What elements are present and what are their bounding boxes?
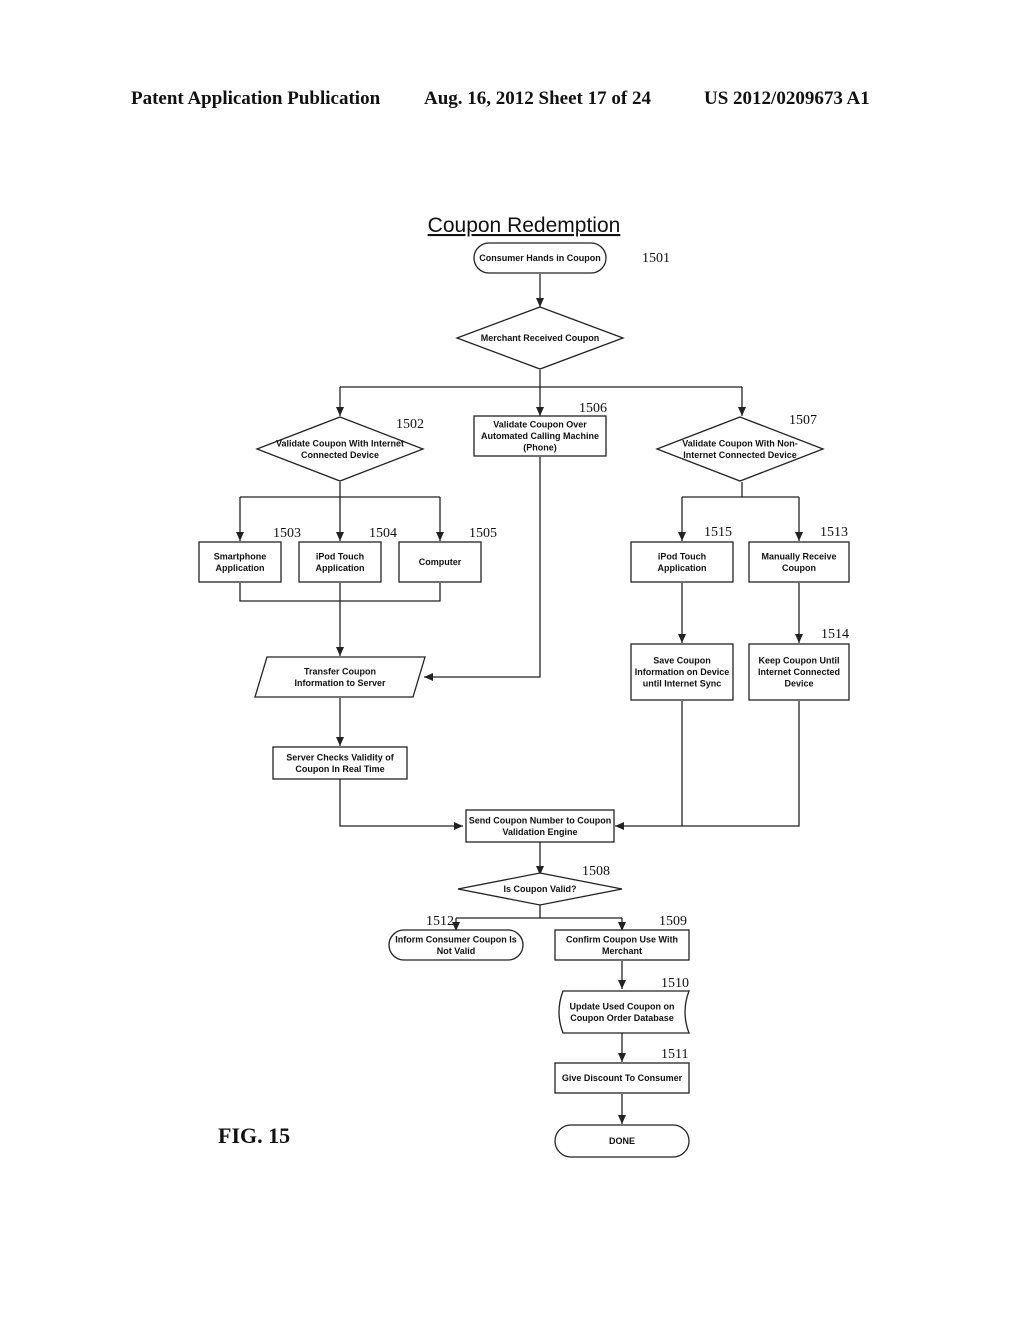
node-label: Confirm Coupon Use With: [566, 934, 678, 944]
node-label: Automated Calling Machine: [481, 431, 599, 441]
node-label: Validation Engine: [502, 827, 577, 837]
node-label: Server Checks Validity of: [286, 752, 395, 762]
reference-number: 1512: [426, 914, 454, 929]
node-done: DONE: [554, 1124, 690, 1158]
edge-1502-split: [240, 482, 440, 498]
reference-number: 1504: [369, 526, 397, 541]
node-label: Connected Device: [301, 450, 379, 460]
node-label: Merchant Received Coupon: [481, 333, 600, 343]
node-label: Validate Coupon With Non-: [682, 438, 797, 448]
node-label: iPod Touch: [658, 551, 706, 561]
node-label: Manually Receive: [761, 551, 836, 561]
node-label: Transfer Coupon: [304, 666, 376, 676]
node-label: (Phone): [523, 443, 557, 453]
node-label: Inform Consumer Coupon Is: [395, 934, 517, 944]
edge-apps-merge: [239, 583, 441, 602]
node-n1502: Validate Coupon With Internet Connected D…: [255, 416, 425, 482]
node-label: Application: [658, 563, 707, 573]
reference-number: 1513: [820, 525, 848, 540]
node-label: DONE: [609, 1136, 635, 1146]
node-label: Information to Server: [294, 678, 386, 688]
node-save: Save CouponInformation on Device until In…: [630, 643, 734, 701]
node-label: Application: [216, 563, 265, 573]
reference-number: 1506: [579, 401, 607, 416]
node-n1504: iPod Touch Application 1504: [298, 526, 397, 583]
figure-label: FIG. 15: [218, 1123, 290, 1148]
node-label: Send Coupon Number to Coupon: [469, 815, 611, 825]
reference-number: 1505: [469, 526, 497, 541]
node-label: Application: [316, 563, 365, 573]
node-n1503: Smartphone Application 1503: [198, 526, 301, 583]
node-n1510: Update Used Coupon on Coupon Order Databa…: [558, 976, 690, 1034]
edge-server-send: [339, 779, 463, 830]
node-label: iPod Touch: [316, 551, 364, 561]
node-label: Coupon: [782, 563, 816, 573]
node-label: until Internet Sync: [643, 679, 722, 689]
edge-1507-split: [682, 482, 799, 498]
node-merchant: Merchant Received Coupon: [455, 306, 625, 370]
edge-1508-split: [456, 905, 622, 919]
reference-number: 1510: [661, 976, 689, 991]
node-label: Validate Coupon With Internet: [276, 438, 404, 448]
reference-number: 1502: [396, 417, 424, 432]
flowchart: Coupon Redemption Consumer Hands in Coup…: [198, 214, 850, 1158]
node-label: Internet Connected Device: [683, 450, 797, 460]
reference-number: 1507: [789, 413, 817, 428]
node-label: Update Used Coupon on: [570, 1001, 675, 1011]
reference-number: 1509: [659, 914, 687, 929]
reference-number: 1508: [582, 864, 610, 879]
node-label: Information on Device: [635, 667, 730, 677]
node-label: Is Coupon Valid?: [503, 884, 576, 894]
reference-number: 1511: [661, 1047, 688, 1062]
node-n1501: Consumer Hands in Coupon 1501: [473, 242, 670, 274]
node-label: Coupon Order Database: [570, 1013, 674, 1023]
reference-number: 1503: [273, 526, 301, 541]
node-label: Validate Coupon Over: [493, 420, 587, 430]
node-label: Give Discount To Consumer: [562, 1073, 683, 1083]
node-label: Computer: [419, 557, 462, 567]
diagram-title: Coupon Redemption: [428, 214, 621, 237]
node-transfer: Transfer Coupon Information to Server: [254, 656, 426, 698]
node-label: Coupon In Real Time: [295, 764, 384, 774]
node-label: Internet Connected: [758, 667, 840, 677]
node-label: Keep Coupon Until: [759, 656, 840, 666]
node-label: Smartphone: [214, 551, 267, 561]
node-send: Send Coupon Number to Coupon Validation E…: [465, 809, 615, 843]
edge-merchant-split: [340, 370, 742, 388]
node-n1507: Validate Coupon With Non- Internet Connec…: [655, 413, 825, 482]
node-label: Device: [784, 679, 813, 689]
node-n1505: Computer 1505: [398, 526, 497, 583]
node-label: Save Coupon: [653, 656, 711, 666]
reference-number: 1501: [642, 251, 670, 266]
reference-number: 1514: [821, 627, 849, 642]
reference-number: 1515: [704, 525, 732, 540]
node-server: Server Checks Validity of Coupon In Real …: [272, 746, 408, 780]
node-label: Merchant: [602, 946, 642, 956]
node-label: Consumer Hands in Coupon: [479, 253, 601, 263]
node-label: Not Valid: [437, 946, 476, 956]
edge-1514-send: [615, 701, 800, 830]
